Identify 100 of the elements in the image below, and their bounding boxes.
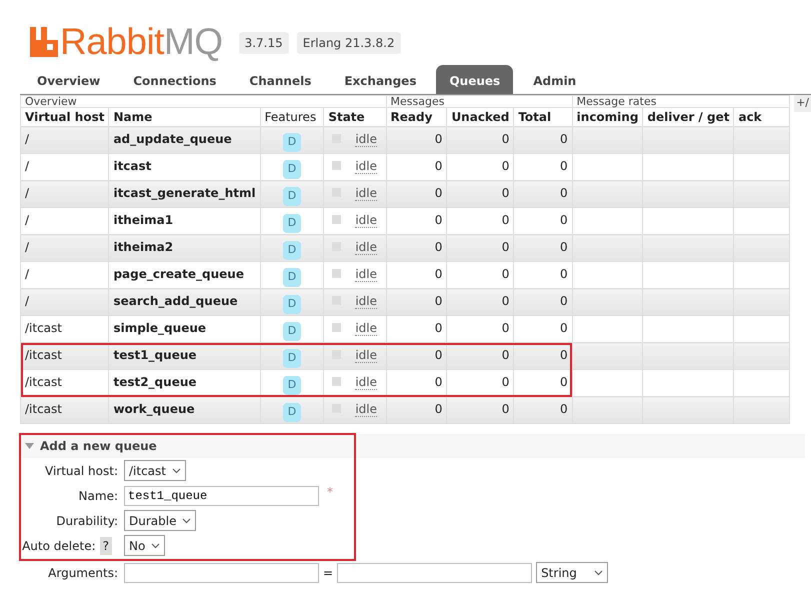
table-cell: 0 xyxy=(434,321,442,335)
column-header: Virtual host xyxy=(25,110,104,124)
table-cell: 0 xyxy=(560,132,568,146)
durable-badge: D xyxy=(282,187,302,206)
table-cell: 0 xyxy=(560,321,568,335)
table-cell: 0 xyxy=(434,186,442,200)
table-cell: 0 xyxy=(502,186,510,200)
state-text: idle xyxy=(355,240,377,255)
input-field[interactable]: test1_queue xyxy=(124,486,319,506)
table-cell: / xyxy=(25,267,30,281)
columns-toggle[interactable]: +/ xyxy=(794,95,811,112)
logo-icon xyxy=(30,27,58,57)
state-text: idle xyxy=(355,402,377,417)
column-group-header: Overview xyxy=(25,95,77,108)
nav-tab[interactable]: Connections xyxy=(120,65,230,94)
state-text: idle xyxy=(355,159,377,174)
table-cell: /itcast xyxy=(25,375,62,389)
select-field[interactable]: Durable xyxy=(124,510,196,531)
caret-icon xyxy=(182,518,192,524)
column-header: Total xyxy=(518,110,552,124)
durable-badge: D xyxy=(282,214,302,232)
argument-key-field[interactable] xyxy=(124,562,319,582)
help-button[interactable]: ? xyxy=(100,536,112,554)
caret-icon xyxy=(594,570,604,576)
table-cell: 0 xyxy=(502,240,510,254)
state-icon xyxy=(332,215,342,224)
table-cell: 0 xyxy=(560,267,568,281)
table-cell: 0 xyxy=(560,402,568,416)
table-cell: 0 xyxy=(434,375,442,389)
table-cell: / xyxy=(25,186,30,200)
state-icon xyxy=(332,269,342,278)
table-cell: / xyxy=(25,132,30,146)
table-cell: 0 xyxy=(434,132,442,146)
table-cell: / xyxy=(25,294,30,308)
table-cell: 0 xyxy=(434,213,442,227)
durable-badge: D xyxy=(282,322,302,340)
table-cell: 0 xyxy=(560,294,568,308)
column-group-header: Messages xyxy=(390,95,444,108)
nav-tab[interactable]: Channels xyxy=(236,65,324,94)
durable-badge: D xyxy=(282,241,302,260)
column-header: incoming xyxy=(576,110,638,124)
select-field[interactable]: No xyxy=(124,535,166,556)
table-cell: 0 xyxy=(502,348,510,362)
table-cell: / xyxy=(25,213,30,227)
select-field[interactable]: /itcast xyxy=(124,460,186,481)
table-cell: 0 xyxy=(434,294,442,308)
field-label: Auto delete: xyxy=(22,538,96,554)
table-cell: 0 xyxy=(560,186,568,200)
field-label: Durability: xyxy=(56,512,118,530)
durable-badge: D xyxy=(282,268,302,286)
nav-tab[interactable]: Admin xyxy=(520,65,590,94)
state-icon xyxy=(332,323,342,332)
logo-text: RabbitMQ xyxy=(60,22,223,62)
state-text: idle xyxy=(355,375,377,390)
table-cell: 0 xyxy=(502,267,510,281)
column-header: ack xyxy=(738,110,762,124)
state-text: idle xyxy=(355,348,377,363)
nav-tab[interactable]: Overview xyxy=(24,65,114,94)
column-header: Unacked xyxy=(451,110,510,124)
caret-icon xyxy=(172,468,181,474)
nav-tab[interactable]: Exchanges xyxy=(331,65,430,94)
table-cell: 0 xyxy=(502,375,510,389)
table-cell: 0 xyxy=(502,294,510,308)
column-header: Features xyxy=(264,110,316,124)
column-header: deliver / get xyxy=(647,110,730,124)
argument-value-field[interactable] xyxy=(337,562,532,582)
table-cell: 0 xyxy=(560,159,568,173)
durable-badge: D xyxy=(282,133,302,152)
state-text: idle xyxy=(355,321,377,336)
table-cell: /itcast xyxy=(25,321,62,335)
collapse-triangle-icon[interactable] xyxy=(25,443,34,449)
table-cell: /itcast xyxy=(25,402,62,416)
state-icon xyxy=(332,377,342,386)
durable-badge: D xyxy=(282,349,302,368)
nav-tab[interactable]: Queues xyxy=(436,65,514,94)
field-label: Virtual host: xyxy=(45,462,118,480)
state-icon xyxy=(332,161,342,170)
table-cell: / xyxy=(25,159,30,173)
version-label: 3.7.15 xyxy=(238,32,289,54)
state-text: idle xyxy=(355,213,377,228)
table-cell: 0 xyxy=(502,402,510,416)
durable-badge: D xyxy=(282,376,302,394)
equals-sign: = xyxy=(323,564,334,582)
table-cell: 0 xyxy=(560,375,568,389)
queue-name-link[interactable]: itcast xyxy=(113,159,152,173)
section-title[interactable]: Add a new queue xyxy=(40,437,157,455)
state-text: idle xyxy=(355,132,377,147)
state-text: idle xyxy=(355,294,377,309)
state-text: idle xyxy=(355,186,377,201)
table-cell: /itcast xyxy=(25,348,62,362)
table-cell: 0 xyxy=(560,213,568,227)
column-header: State xyxy=(328,110,365,124)
table-cell: 0 xyxy=(434,348,442,362)
required-mark: * xyxy=(327,484,333,501)
column-header: Name xyxy=(113,110,152,124)
table-cell: 0 xyxy=(434,402,442,416)
state-text: idle xyxy=(355,267,377,282)
select-field[interactable]: String xyxy=(536,562,608,583)
table-cell: 0 xyxy=(560,348,568,362)
table-cell: 0 xyxy=(560,240,568,254)
